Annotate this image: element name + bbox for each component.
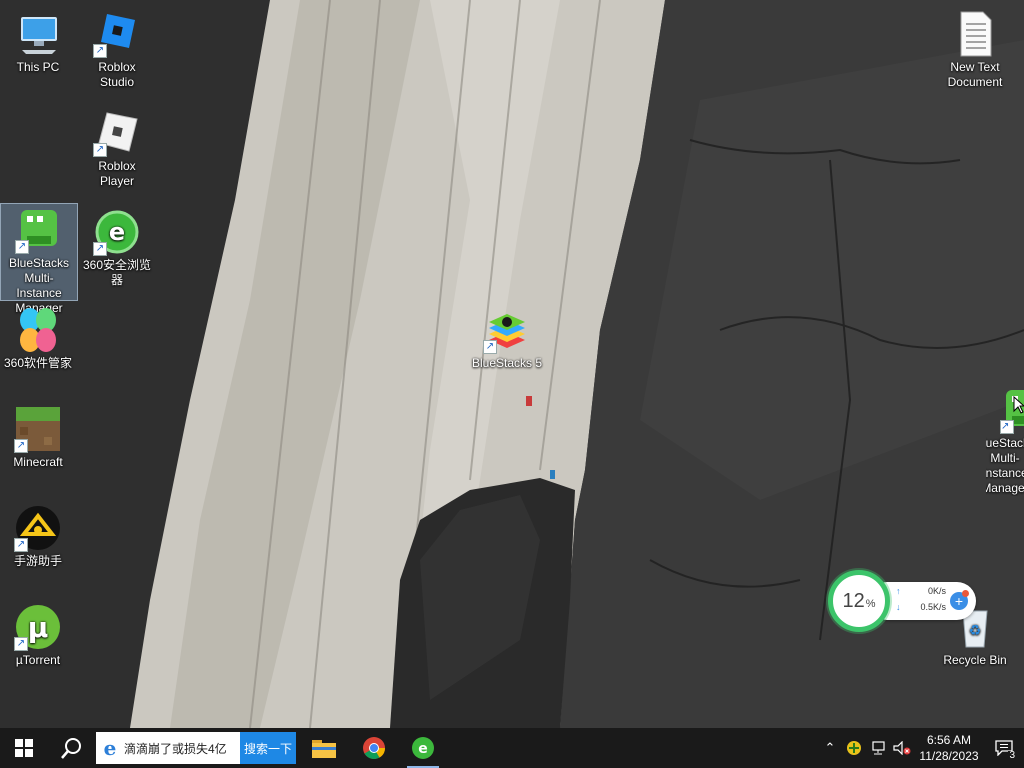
computer-icon xyxy=(14,10,62,58)
desktop-icon-label: Minecraft xyxy=(13,455,63,469)
desktop-icon-minecraft[interactable]: ↗ Minecraft xyxy=(0,403,76,470)
shortcut-arrow-icon: ↗ xyxy=(14,637,28,651)
windows-logo-icon xyxy=(15,739,33,757)
network-icon xyxy=(872,741,885,755)
desktop-icon-label: Recycle Bin xyxy=(943,653,1007,667)
desktop-icon-roblox-player[interactable]: ↗ Roblox Player xyxy=(79,107,155,189)
tray-network[interactable] xyxy=(866,728,890,768)
tray-volume[interactable] xyxy=(890,728,914,768)
desktop-icon-roblox-studio[interactable]: ↗ Roblox Studio xyxy=(79,8,155,90)
chrome-icon xyxy=(363,737,385,759)
svg-text:µ: µ xyxy=(28,611,49,644)
show-hidden-icons-button[interactable]: ⌃ xyxy=(818,728,842,768)
taskbar-chrome[interactable] xyxy=(350,728,398,768)
shortcut-arrow-icon: ↗ xyxy=(93,242,107,256)
svg-text:e: e xyxy=(418,741,428,757)
clock-date: 11/28/2023 xyxy=(919,749,979,763)
start-button[interactable] xyxy=(0,728,48,768)
taskbar-360-browser[interactable]: e xyxy=(399,728,447,768)
desktop-icon-label: BlueStacks Multi-Instance Manager xyxy=(986,436,1024,495)
desktop-icon-bluestacks-multi-instance[interactable]: ↗ BlueStacks Multi-Instance Manager xyxy=(0,203,78,315)
roblox-player-icon: ↗ xyxy=(93,109,141,157)
desktop-icon-label: Roblox Player xyxy=(98,159,136,188)
taskbar-search-box[interactable]: e 滴滴崩了或损失4亿 搜索一下 xyxy=(96,732,296,764)
chevron-up-icon: ⌃ xyxy=(824,740,836,755)
desktop-icon-mobile-game-assistant[interactable]: ↗ 手游助手 xyxy=(0,502,76,569)
desktop-icon-label: BlueStacks 5 xyxy=(471,356,543,370)
roblox-studio-icon: ↗ xyxy=(93,10,141,58)
cpu-usage-value: 12 xyxy=(842,589,865,612)
utorrent-icon: µ ↗ xyxy=(14,603,62,651)
text-document-icon xyxy=(951,10,999,58)
taskbar: e 滴滴崩了或损失4亿 搜索一下 e ⌃ 6:56 AM 11/28/2023 … xyxy=(0,728,1024,768)
desktop-icon-label: 手游助手 xyxy=(13,554,62,568)
shortcut-arrow-icon: ↗ xyxy=(93,44,107,58)
tray-360-guard[interactable] xyxy=(842,728,866,768)
search-input[interactable]: 滴滴崩了或损失4亿 xyxy=(124,740,240,757)
ie-icon: e xyxy=(103,736,117,760)
taskbar-file-explorer[interactable] xyxy=(300,728,348,768)
search-button[interactable] xyxy=(48,728,96,768)
cpu-usage-ring[interactable]: 12% xyxy=(828,570,890,632)
network-speed-widget[interactable]: ↑ 0K/s ↓ 0.5K/s + 12% xyxy=(828,566,978,634)
upload-arrow-icon: ↑ xyxy=(896,586,901,596)
desktop-icon-360-browser[interactable]: e ↗ 360安全浏览器 xyxy=(79,206,155,288)
shortcut-arrow-icon: ↗ xyxy=(483,340,497,354)
desktop-icon-new-text-document[interactable]: New Text Document xyxy=(937,8,1013,90)
desktop-icon-label: Roblox Studio xyxy=(98,60,136,89)
taskbar-clock[interactable]: 6:56 AM 11/28/2023 xyxy=(914,732,984,764)
volume-muted-icon xyxy=(893,741,911,755)
360-browser-icon: e ↗ xyxy=(93,208,141,256)
minecraft-icon: ↗ xyxy=(14,405,62,453)
shortcut-arrow-icon: ↗ xyxy=(1000,420,1014,434)
desktop-icon-label: This PC xyxy=(16,60,60,74)
desktop-icon-label: µTorrent xyxy=(15,653,61,667)
shortcut-arrow-icon: ↗ xyxy=(93,143,107,157)
mobile-game-assistant-icon: ↗ xyxy=(14,504,62,552)
desktop-icon-this-pc[interactable]: This PC xyxy=(0,8,76,75)
360-browser-icon: e xyxy=(412,737,434,759)
upload-speed: 0K/s xyxy=(927,586,946,596)
shortcut-arrow-icon: ↗ xyxy=(15,240,29,254)
cpu-usage-unit: % xyxy=(865,598,876,610)
notification-count-badge: 3 xyxy=(1008,750,1016,761)
svg-text:e: e xyxy=(109,218,125,246)
search-submit-button[interactable]: 搜索一下 xyxy=(240,732,296,764)
system-tray: ⌃ 6:56 AM 11/28/2023 3 xyxy=(818,728,1024,768)
desktop-icon-utorrent[interactable]: µ ↗ µTorrent xyxy=(0,601,76,668)
desktop-icon-label: 360安全浏览器 xyxy=(82,258,152,287)
download-arrow-icon: ↓ xyxy=(896,602,901,612)
desktop-icon-360-software-manager[interactable]: 360软件管家 xyxy=(0,304,76,371)
clock-time: 6:56 AM xyxy=(926,733,972,747)
action-center-button[interactable]: 3 xyxy=(984,728,1024,768)
desktop-icon-bluestacks-5[interactable]: ↗ BlueStacks 5 xyxy=(469,304,545,371)
bluestacks-5-icon: ↗ xyxy=(483,306,531,354)
desktop-icon-label: New Text Document xyxy=(947,60,1003,89)
folder-icon xyxy=(312,740,336,758)
mouse-cursor-icon xyxy=(1013,396,1024,414)
bluestacks-mim-icon: ↗ xyxy=(15,206,63,254)
search-icon xyxy=(61,738,81,759)
download-speed: 0.5K/s xyxy=(920,602,946,612)
notification-dot xyxy=(962,590,969,597)
360-software-manager-icon xyxy=(14,306,62,354)
shortcut-arrow-icon: ↗ xyxy=(14,538,28,552)
desktop-icon-label: 360软件管家 xyxy=(3,356,73,370)
shortcut-arrow-icon: ↗ xyxy=(14,439,28,453)
360-guard-icon xyxy=(847,741,861,755)
